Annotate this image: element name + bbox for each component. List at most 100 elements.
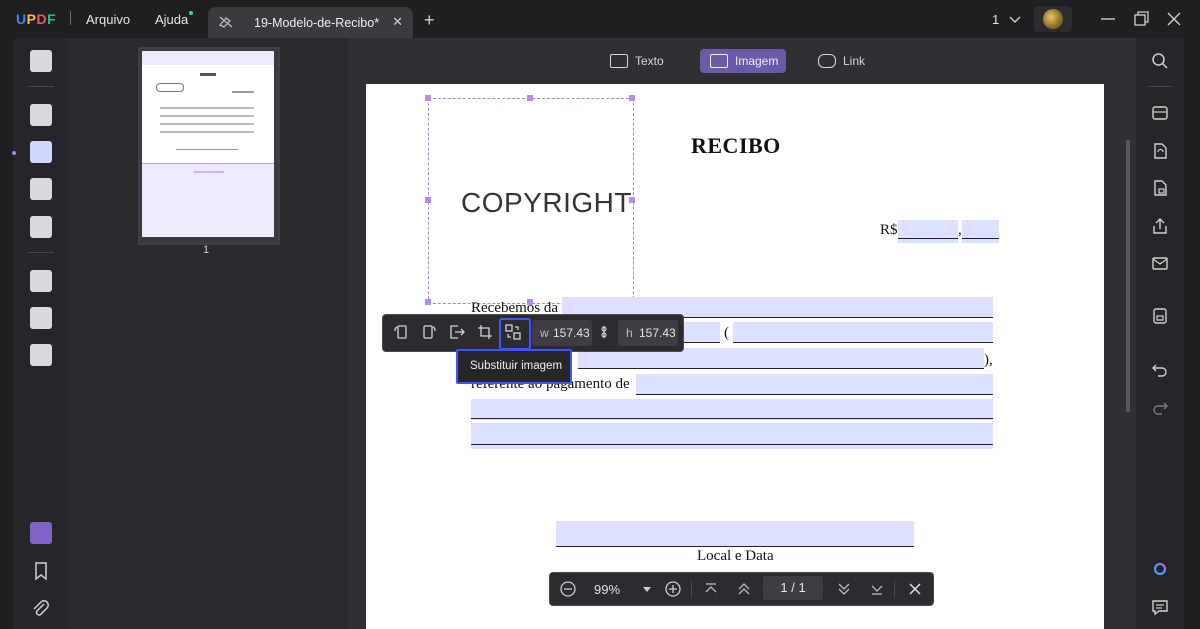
payment-for-underline-2 [471,418,993,419]
rotate-left-icon[interactable] [392,323,410,341]
avatar[interactable] [1034,6,1072,32]
first-page-icon[interactable] [702,580,720,598]
ocr-tools-icon-shape [30,344,52,366]
paren-close-label: ), [984,352,993,368]
link-mode-icon [818,54,836,68]
currency-label: R$ [880,222,898,238]
menu-ajuda[interactable]: Ajuda [155,12,188,27]
protect-icon[interactable] [1151,179,1169,197]
comment-icon[interactable] [30,104,52,126]
width-value: 157.43 [553,326,590,340]
extract-image-icon[interactable] [448,323,466,341]
attachment-icon[interactable] [30,598,52,620]
prev-page-icon[interactable] [735,580,753,598]
new-tab-icon[interactable]: + [424,10,435,31]
width-input[interactable]: w 157.43 [532,320,592,346]
paren-open-label: ( [724,325,729,341]
height-label: h [626,326,633,340]
lock-ratio-icon[interactable] [596,323,612,341]
bookmark-icon[interactable] [30,560,52,582]
vertical-scrollbar[interactable] [1126,140,1130,412]
document-title[interactable]: RECIBO [691,133,781,159]
form-icon-shape [30,178,52,200]
search-icon[interactable] [1151,52,1169,70]
close-zoom-bar-icon[interactable] [906,580,924,598]
reader-icon[interactable] [30,50,52,72]
ocr-icon[interactable] [1151,104,1169,122]
undo-icon[interactable] [1151,361,1169,379]
resize-handle[interactable] [629,95,635,101]
thumbnail-guide [142,163,274,164]
mode-link-button[interactable]: Link [818,49,878,73]
page-number-input[interactable]: 1 / 1 [763,576,823,600]
close-icon[interactable] [1164,9,1184,29]
document-tab[interactable]: 19-Modelo-de-Recibo* ✕ [208,7,413,38]
page-tools-icon[interactable] [30,270,52,292]
resize-handle[interactable] [425,299,431,305]
thumbnail-line [194,171,224,173]
payment-for-field-2[interactable] [471,399,993,420]
payment-for-underline-3 [471,444,993,445]
tooltip-text: Substituir imagem [470,360,563,372]
rotate-right-icon[interactable] [420,323,438,341]
menu-arquivo[interactable]: Arquivo [86,12,130,27]
crop-icon[interactable] [476,323,494,341]
resize-handle[interactable] [425,95,431,101]
zoom-bar: 99% 1 / 1 [549,572,934,606]
payment-for-field[interactable] [636,374,993,395]
tab-close-icon[interactable]: ✕ [392,14,403,30]
cents-field[interactable] [962,220,999,243]
amount-words-underline-2 [578,368,984,369]
zoom-in-icon[interactable] [664,580,682,598]
quantity-field[interactable] [682,322,720,343]
mode-text-label: Texto [635,54,664,68]
zoom-level[interactable]: 99% [594,582,620,597]
thumbnail-line [160,107,254,109]
resize-handle[interactable] [527,95,533,101]
email-icon[interactable] [1151,254,1169,272]
resize-handle[interactable] [425,197,431,203]
edit-mode-icon [218,16,233,28]
height-input[interactable]: h 157.43 [618,320,678,346]
last-page-icon[interactable] [868,580,886,598]
page-tools-icon-shape [30,270,52,292]
resize-handle[interactable] [629,197,635,203]
convert-icon[interactable] [30,307,52,329]
form-icon[interactable] [30,178,52,200]
mode-image-button[interactable]: Imagem [700,49,786,73]
thumbnail-line [160,131,254,133]
next-page-icon[interactable] [835,580,853,598]
place-date-field[interactable] [556,521,914,547]
width-label: w [540,326,549,340]
chevron-down-icon [1009,16,1021,23]
zoom-dropdown-icon[interactable] [638,580,656,598]
selected-image[interactable]: COPYRIGHT [428,98,634,304]
ai-assistant-icon[interactable] [1151,560,1169,578]
organize-icon[interactable] [30,216,52,238]
menu-separator [70,11,71,25]
page-selector[interactable]: 1 [992,12,1021,27]
comment-panel-icon[interactable] [1151,598,1169,616]
tab-title: 19-Modelo-de-Recibo* [254,16,380,30]
amount-words-underline [733,342,993,343]
ocr-tools-icon[interactable] [30,344,52,366]
save-icon[interactable] [1151,307,1169,325]
zoom-out-icon[interactable] [559,580,577,598]
share-icon[interactable] [1151,217,1169,235]
replace-image-icon[interactable] [504,323,522,341]
current-page: 1 [780,580,788,595]
redo-icon[interactable] [1151,399,1169,417]
convert-icon[interactable] [1151,142,1169,160]
amount-field[interactable] [898,220,958,243]
edit-pdf-icon[interactable] [30,141,52,163]
page-thumbnail[interactable] [142,51,274,237]
toolbar-divider [28,252,54,253]
restore-icon[interactable] [1131,9,1151,29]
minimize-icon[interactable] [1098,9,1118,29]
payment-for-field-3[interactable] [471,423,993,449]
mode-text-button[interactable]: Texto [610,49,670,73]
notification-dot [189,11,193,15]
payment-for-underline [636,394,993,395]
amount-words-field[interactable] [733,322,993,343]
layers-icon[interactable] [30,522,52,544]
